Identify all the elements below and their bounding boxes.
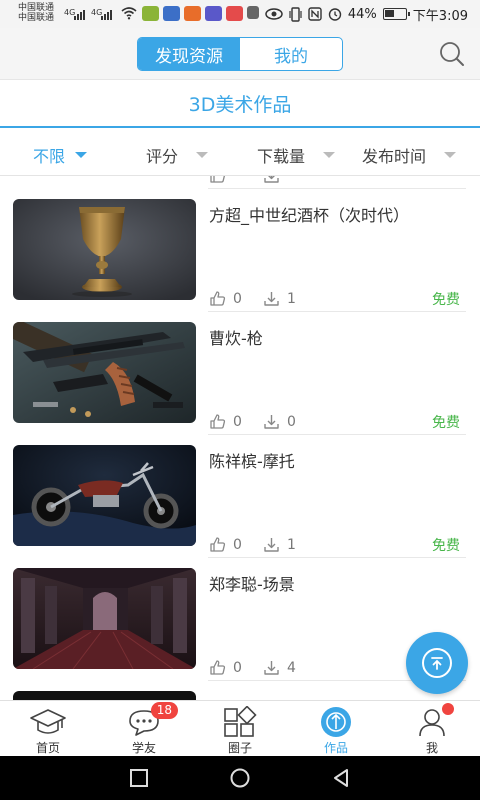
- notification-icons: [142, 6, 259, 21]
- tab-works[interactable]: 作品: [288, 701, 384, 757]
- wifi-icon: [121, 7, 137, 20]
- recents-icon[interactable]: [128, 767, 150, 789]
- work-title: 陈祥槟-摩托: [209, 452, 295, 471]
- unread-badge: 18: [150, 702, 178, 719]
- nfc-icon: [308, 7, 322, 21]
- notif-app-icon: [142, 6, 159, 21]
- notification-dot: [442, 703, 454, 715]
- scene-thumbnail: [13, 568, 196, 669]
- notif-app-icon: [247, 6, 259, 19]
- motorcycle-thumbnail: [13, 445, 196, 546]
- search-icon[interactable]: [438, 40, 466, 68]
- filter-rating[interactable]: 评分: [146, 143, 209, 167]
- works-list: 方超_中世纪酒杯（次时代） 0 1 免费 曹炊-枪 0 0 免费 陈祥槟-摩托 …: [0, 176, 480, 700]
- page-title-bar: 3D美术作品: [0, 80, 480, 128]
- battery-percent: 44%: [347, 6, 377, 22]
- work-thumbnail: [13, 445, 196, 546]
- filter-bar: 不限 评分 下载量 发布时间: [0, 130, 480, 176]
- vibrate-icon: [289, 6, 302, 22]
- system-nav-bar: [0, 756, 480, 800]
- work-title: 曹炊-枪: [209, 329, 263, 348]
- clock: 下午3:09: [412, 8, 468, 24]
- user-icon: [412, 703, 454, 739]
- grid-icon: [220, 705, 260, 739]
- status-bar: 中国联通 中国联通 4G 4G 44% 下午3:09: [0, 0, 480, 28]
- list-item[interactable]: 曹炊-枪 0 0 免费: [0, 299, 480, 435]
- tab-label: 学友: [131, 741, 156, 755]
- work-title: 方超_中世纪酒杯（次时代）: [209, 206, 410, 225]
- battery-icon: [382, 8, 410, 20]
- work-thumbnail: [13, 568, 196, 669]
- filter-label: 发布时间: [362, 147, 427, 166]
- signal-1-icon: [74, 8, 85, 20]
- dropdown-arrow-icon: [444, 152, 457, 158]
- filter-publish-time[interactable]: 发布时间: [362, 143, 457, 167]
- chat-bubble-icon: 18: [124, 702, 178, 739]
- eye-icon: [265, 8, 283, 20]
- work-thumbnail: [13, 691, 196, 700]
- tab-discover-resources[interactable]: 发现资源: [138, 38, 240, 70]
- filter-label: 不限: [33, 147, 66, 166]
- scroll-top-icon: [422, 648, 452, 678]
- home-icon[interactable]: [229, 767, 251, 789]
- work-thumbnail: [13, 322, 196, 423]
- alarm-icon: [328, 8, 342, 21]
- tab-circles[interactable]: 圈子: [192, 701, 288, 757]
- app-screen: 中国联通 中国联通 4G 4G 44% 下午3:09 发现资源 我的 3D美术作…: [0, 0, 480, 800]
- tab-home[interactable]: 首页: [0, 701, 96, 757]
- graduation-cap-icon: [28, 705, 68, 739]
- filter-label: 下载量: [257, 147, 306, 166]
- segment-control: 发现资源 我的: [137, 37, 343, 71]
- goblet-thumbnail: [13, 199, 196, 300]
- works-icon: [316, 705, 356, 739]
- tab-label: 作品: [323, 741, 348, 755]
- carrier-2: 中国联通: [18, 13, 55, 23]
- tab-classmates[interactable]: 18 学友: [96, 701, 192, 757]
- tab-label: 我: [425, 741, 438, 755]
- dropdown-arrow-icon: [196, 152, 209, 158]
- work-title: 郑李聪-场景: [209, 575, 295, 594]
- carrier-labels: 中国联通 中国联通: [18, 3, 54, 23]
- work-thumbnail: [13, 199, 196, 300]
- tab-label: 首页: [35, 741, 60, 755]
- notif-app-icon: [184, 6, 201, 21]
- dropdown-arrow-icon: [75, 152, 88, 158]
- notif-app-icon: [205, 6, 222, 21]
- gun-thumbnail: [13, 322, 196, 423]
- header: 发现资源 我的: [0, 28, 480, 80]
- filter-downloads[interactable]: 下载量: [257, 143, 336, 167]
- tab-label: 圈子: [227, 741, 252, 755]
- tab-mine[interactable]: 我的: [240, 38, 342, 70]
- filter-unlimited[interactable]: 不限: [33, 143, 88, 167]
- list-item[interactable]: 陈祥槟-摩托 0 1 免费: [0, 422, 480, 558]
- notif-app-icon: [163, 6, 180, 21]
- carrier-1: 中国联通: [18, 3, 55, 13]
- bottom-tabbar: 首页 18 学友 圈子 作品 我: [0, 700, 480, 756]
- back-icon[interactable]: [330, 767, 352, 789]
- notif-app-icon: [226, 6, 243, 21]
- page-title: 3D美术作品: [188, 93, 292, 116]
- scroll-top-button[interactable]: [406, 632, 468, 694]
- status-right: 44% 下午3:09: [265, 0, 480, 28]
- list-item[interactable]: 方超_中世纪酒杯（次时代） 0 1 免费: [0, 176, 480, 312]
- signal-2-icon: [101, 8, 112, 20]
- tab-me[interactable]: 我: [384, 701, 480, 757]
- dropdown-arrow-icon: [323, 152, 336, 158]
- filter-label: 评分: [146, 147, 179, 166]
